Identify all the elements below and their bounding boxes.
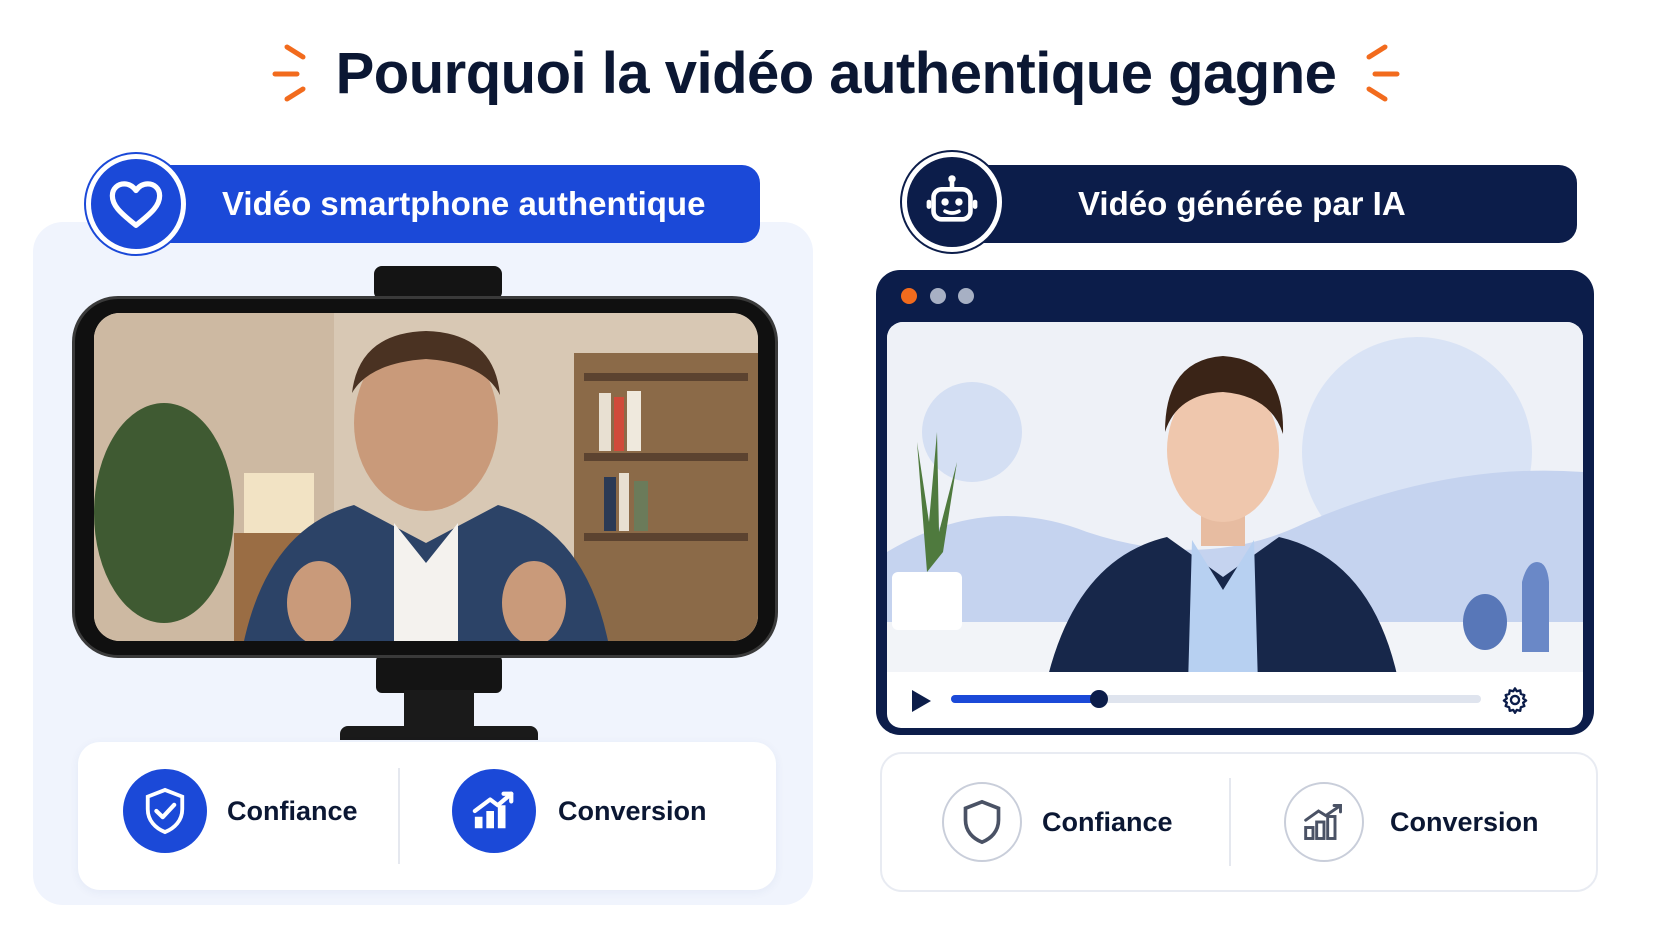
metric-trust-label: Confiance <box>227 795 358 826</box>
ai-metric-trust: Confiance <box>942 782 1173 862</box>
sparkle-left-icon <box>267 41 317 107</box>
header: Pourquoi la vidéo authentique gagne <box>0 40 1672 107</box>
video-progress-handle[interactable] <box>1090 690 1109 708</box>
metric-conversion-label: Conversion <box>558 795 707 826</box>
tripod-head <box>404 690 474 730</box>
sparkle-right-icon <box>1355 41 1405 107</box>
robot-icon <box>902 152 1002 252</box>
page-title: Pourquoi la vidéo authentique gagne <box>335 41 1337 106</box>
video-progress-track[interactable] <box>951 690 1481 708</box>
phone-mount-clamp <box>374 266 502 300</box>
ai-badge-label: Vidéo générée par IA <box>1078 185 1406 222</box>
metric-conversion: Conversion <box>452 769 707 853</box>
ai-metrics-divider <box>1229 778 1231 866</box>
ai-metric-conversion-label: Conversion <box>1390 806 1539 837</box>
authentic-badge: Vidéo smartphone authentique <box>150 165 760 243</box>
ai-badge: Vidéo générée par IA <box>960 165 1577 243</box>
authentic-badge-label: Vidéo smartphone authentique <box>222 185 706 222</box>
window-dot-grey-2[interactable] <box>958 288 974 304</box>
tripod-base <box>340 726 538 740</box>
phone-mount-neck <box>376 655 502 693</box>
ai-metrics-card: Confiance Conversion <box>880 752 1598 892</box>
window-dot-grey[interactable] <box>930 288 946 304</box>
metric-trust: Confiance <box>123 769 358 853</box>
ai-metric-conversion: Conversion <box>1284 782 1539 862</box>
authentic-metrics-card: Confiance Conversion <box>78 742 776 890</box>
settings-gear-icon[interactable] <box>1501 686 1529 714</box>
play-icon[interactable] <box>909 688 933 714</box>
heart-icon <box>86 154 186 254</box>
metrics-divider <box>398 768 400 864</box>
video-progress-fill <box>951 695 1100 703</box>
shield-icon <box>942 782 1022 862</box>
ai-metric-trust-label: Confiance <box>1042 806 1173 837</box>
shield-check-icon <box>123 769 207 853</box>
ai-video-frame <box>887 322 1583 722</box>
bar-chart-icon <box>1284 782 1364 862</box>
window-dot-orange[interactable] <box>901 288 917 304</box>
smartphone-video-frame <box>94 313 758 641</box>
growth-chart-icon <box>452 769 536 853</box>
video-controls <box>887 672 1583 728</box>
